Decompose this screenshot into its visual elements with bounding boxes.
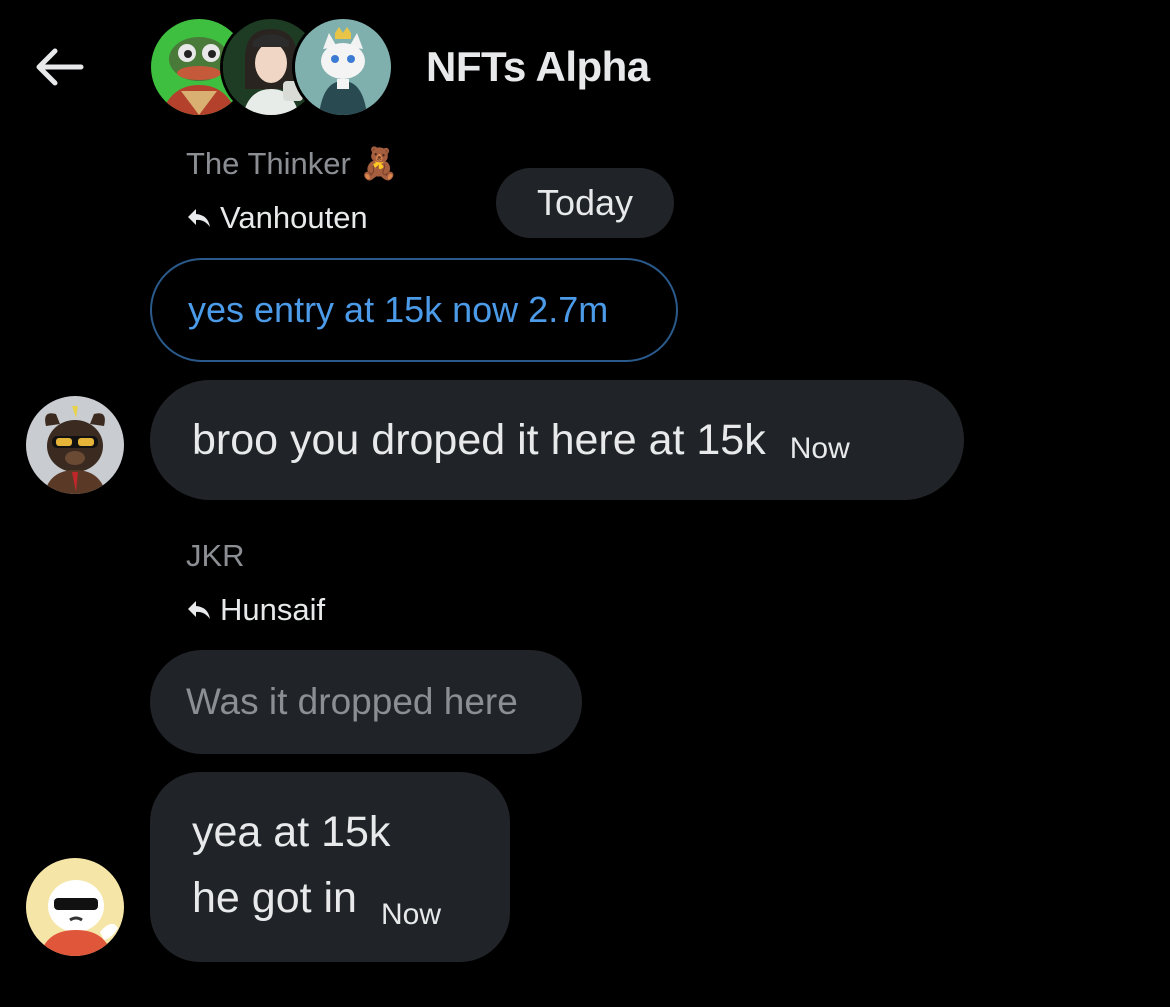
bear-avatar-image [26,396,124,494]
reply-arrow-icon [188,601,210,619]
reply-reference[interactable]: Hunsaif [186,590,325,630]
avatar[interactable] [26,858,124,956]
quoted-message[interactable]: yes entry at 15k now 2.7m [150,258,678,362]
reply-arrow-icon [188,209,210,227]
arrow-left-icon [36,48,84,86]
group-member-avatar-cat [292,16,394,118]
sender-name: JKR [186,538,245,573]
avatar[interactable] [26,396,124,494]
reply-reference[interactable]: Vanhouten [186,198,368,238]
date-separator: Today [496,168,674,238]
message-text: yea at 15k [192,808,391,856]
chat-title: NFTs Alpha [426,43,650,90]
sender-name: The Thinker 🧸 [186,146,399,181]
message-text: broo you droped it here at 15k [192,416,766,464]
message-text: he got in [192,874,357,922]
message-timestamp: Now [789,432,850,465]
teddy-bear-emoji: 🧸 [359,146,399,181]
group-avatar-stack[interactable] [148,16,398,118]
quoted-message[interactable]: Was it dropped here [150,650,582,754]
sunglasses-character-avatar-image [26,858,124,956]
message-bubble[interactable]: yea at 15k he got in Now [150,772,510,962]
message-timestamp: Now [380,898,441,931]
message-bubble[interactable]: broo you droped it here at 15k Now [150,380,964,500]
back-button[interactable] [28,38,90,96]
